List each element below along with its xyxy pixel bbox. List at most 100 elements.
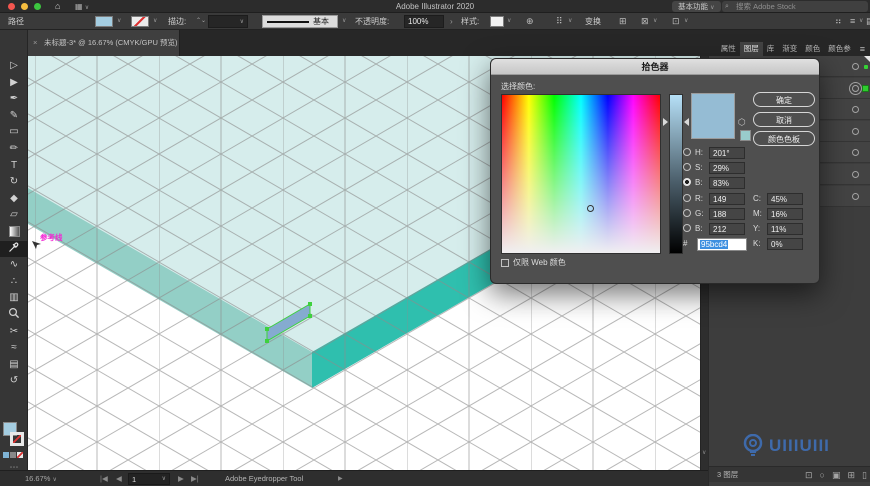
cancel-button[interactable]: 取消 <box>753 112 815 127</box>
stroke-none-swatch[interactable] <box>10 432 24 446</box>
align-chevron-icon[interactable]: ∨ <box>568 13 572 30</box>
workspace-switcher[interactable]: 基本功能 ∨ <box>672 1 721 12</box>
next-artboard-icon[interactable]: ▶ <box>178 471 184 486</box>
tab-属性[interactable]: 属性 <box>717 42 740 56</box>
tab-库[interactable]: 库 <box>763 42 779 56</box>
tab-颜色参[interactable]: 颜色参 <box>824 42 855 56</box>
component-field[interactable]: 201° <box>709 147 745 159</box>
zoom-level[interactable]: 16.67% ∨ <box>25 471 57 486</box>
shear-tool[interactable]: ▱ <box>0 207 28 223</box>
component-field[interactable]: 188 <box>709 207 745 220</box>
fill-color-swatch[interactable] <box>95 16 113 27</box>
radio-icon[interactable] <box>683 208 691 217</box>
rotate-tool[interactable]: ↻ <box>0 174 28 190</box>
style-swatch[interactable] <box>490 16 504 27</box>
locate-object-icon[interactable]: ○ <box>820 467 825 483</box>
delete-layer-icon[interactable]: ▯ <box>862 467 867 483</box>
tab-渐变[interactable]: 渐变 <box>778 42 801 56</box>
transform-label[interactable]: 变换 <box>585 13 601 30</box>
new-layer-icon[interactable]: ⊞ <box>848 467 856 483</box>
symbol-sprayer-tool[interactable]: ∴ <box>0 274 28 290</box>
panel-resize-corner[interactable] <box>864 56 870 62</box>
make-mask-icon[interactable]: ▣ <box>832 467 841 483</box>
shape-chevron-icon[interactable]: ∨ <box>684 13 688 30</box>
checkbox-icon[interactable] <box>501 258 509 267</box>
component-field[interactable]: 149 <box>709 192 745 205</box>
panel-menu-icon[interactable]: ≡ <box>855 44 870 54</box>
dialog-title[interactable]: 拾色器 <box>491 59 819 75</box>
paintbrush-tool[interactable]: ✏ <box>0 141 28 157</box>
blend-tool[interactable]: ∿ <box>0 257 28 273</box>
target-circle-icon[interactable] <box>852 171 859 178</box>
align-options-icon[interactable]: ⠿ <box>556 16 563 27</box>
stroke-stepper[interactable]: ⌃⌄ <box>196 13 206 30</box>
component-field[interactable]: 11% <box>767 223 803 235</box>
isolate-icon[interactable]: ⠶ <box>835 16 842 27</box>
opacity-expand-icon[interactable]: › <box>450 13 453 30</box>
stroke-weight-field[interactable]: ∨ <box>208 15 248 28</box>
color-mode-icons[interactable] <box>3 452 23 458</box>
color-spectrum-field[interactable] <box>501 94 661 254</box>
target-circle-icon[interactable] <box>852 149 859 157</box>
pen-tool[interactable]: ✒ <box>0 91 28 107</box>
color-swatches-button[interactable]: 颜色色板 <box>753 131 815 146</box>
width-tool[interactable]: ≈ <box>0 340 28 356</box>
arrange-chevron-icon[interactable]: ∨ <box>859 13 863 30</box>
eyedropper-tool[interactable] <box>0 240 28 257</box>
tab-颜色[interactable]: 颜色 <box>801 42 824 56</box>
panel-list-icon[interactable]: ▤ <box>866 16 870 27</box>
target-circle-icon[interactable] <box>852 106 859 114</box>
close-tab-icon[interactable]: × <box>33 30 37 56</box>
out-of-web-gamut-icon[interactable]: ⬡ <box>738 117 746 128</box>
curvature-tool[interactable]: ✎ <box>0 108 28 124</box>
radio-icon[interactable] <box>683 148 691 156</box>
scroll-down-icon[interactable]: ∨ <box>702 449 706 456</box>
profile-chevron-icon[interactable]: ∨ <box>342 13 346 30</box>
selection-tool[interactable]: ▶ <box>0 75 28 91</box>
style-chevron-icon[interactable]: ∨ <box>507 13 511 30</box>
arrange-icon[interactable]: ≡ <box>850 16 855 27</box>
stroke-chevron-icon[interactable]: ∨ <box>153 13 157 30</box>
closest-web-color-swatch[interactable] <box>740 130 751 141</box>
tab-图层[interactable]: 图层 <box>739 42 763 56</box>
shape-options-icon[interactable]: ⊡ <box>672 16 680 27</box>
slider-arrow-right-icon[interactable] <box>684 118 689 127</box>
hex-field[interactable]: 95bcd4 <box>697 238 747 251</box>
radio-icon[interactable] <box>683 224 691 232</box>
color-marker[interactable] <box>587 204 595 212</box>
stroke-profile-dropdown[interactable]: 基本 <box>262 15 338 28</box>
slice-tool[interactable]: ✂ <box>0 324 28 340</box>
status-expand-icon[interactable]: ▶ <box>338 471 343 486</box>
type-tool[interactable]: T <box>0 158 28 174</box>
component-field[interactable]: 29% <box>709 162 745 175</box>
artboard-number-field[interactable]: 1 ∨ <box>128 473 170 485</box>
stroke-color-swatch[interactable] <box>131 16 149 27</box>
target-circle-icon[interactable] <box>852 127 859 135</box>
eraser-tool[interactable]: ◆ <box>0 191 28 207</box>
opacity-field[interactable]: 100% <box>404 15 444 28</box>
gradient-tool[interactable] <box>0 224 28 240</box>
ok-button[interactable]: 确定 <box>753 92 815 107</box>
target-circle-icon[interactable] <box>852 63 859 70</box>
component-field[interactable]: 83% <box>709 177 745 190</box>
brightness-slider[interactable] <box>663 94 689 254</box>
radio-icon[interactable] <box>683 163 691 172</box>
first-artboard-icon[interactable]: |◀ <box>100 471 108 486</box>
component-field[interactable]: 45% <box>767 192 803 205</box>
zoom-tool[interactable] <box>0 307 28 323</box>
target-circle-icon[interactable] <box>852 192 859 200</box>
radio-icon[interactable] <box>683 178 691 187</box>
collect-for-export-icon[interactable]: ⊡ <box>805 467 813 483</box>
last-artboard-icon[interactable]: ▶| <box>191 471 199 486</box>
fill-chevron-icon[interactable]: ∨ <box>117 13 121 30</box>
artboard-tool[interactable]: ▥ <box>0 290 28 306</box>
perspective-grid-tool[interactable]: ▤ <box>0 357 28 373</box>
rotate-view-tool[interactable]: ↺ <box>0 373 28 389</box>
distribute-icon[interactable]: ⊠ <box>641 16 649 27</box>
bounding-box-icon[interactable]: ⊞ <box>619 16 627 27</box>
component-field[interactable]: 16% <box>767 207 803 220</box>
radio-icon[interactable] <box>683 193 691 202</box>
direct-selection-tool[interactable]: ▷ <box>0 58 28 74</box>
stock-search-input[interactable]: ⌕ 搜索 Adobe Stock <box>722 1 868 12</box>
document-setup-icon[interactable]: ⊕ <box>526 16 534 27</box>
